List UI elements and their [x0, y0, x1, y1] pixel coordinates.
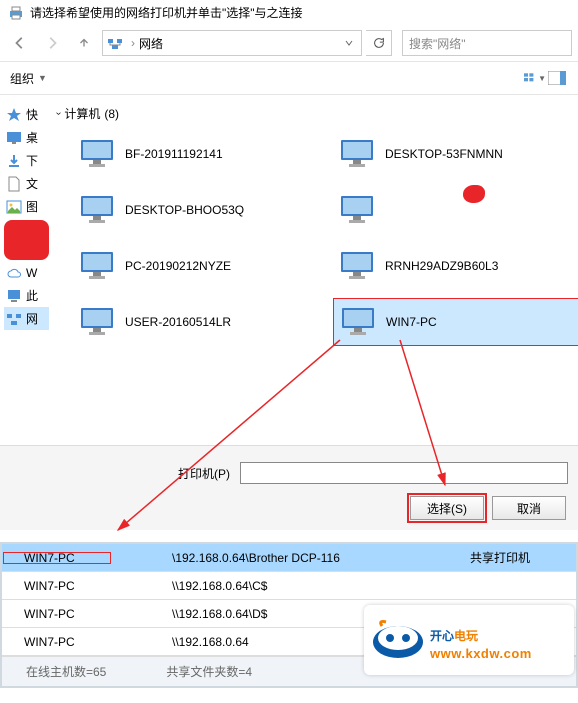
sidebar-item-network[interactable]: 网	[4, 307, 49, 330]
watermark-logo: 开心电玩 www.kxdw.com	[364, 605, 574, 675]
computer-name: RRNH29ADZ9B60L3	[385, 259, 498, 273]
watermark-url: www.kxdw.com	[430, 646, 532, 661]
computer-item[interactable]: WIN7-PC	[333, 298, 578, 346]
monitor-icon	[77, 250, 117, 282]
view-options-button[interactable]: ▼	[524, 68, 546, 88]
redaction-scribble	[4, 220, 49, 260]
computer-item[interactable]: BF-201911192141	[73, 130, 323, 178]
monitor-icon	[77, 194, 117, 226]
monitor-icon	[77, 138, 117, 170]
search-placeholder: 搜索"网络"	[409, 35, 466, 52]
computer-item[interactable]: DESKTOP-53FNMNN	[333, 130, 578, 178]
annotation-blob	[463, 185, 485, 203]
picture-icon	[6, 199, 22, 215]
cell-path: \192.168.0.64\Brother DCP-116	[112, 551, 466, 565]
window-title: 请选择希望使用的网络打印机并单击"选择"与之连接	[30, 4, 303, 21]
document-icon	[6, 176, 22, 192]
printer-icon	[8, 5, 24, 21]
shares-count: 共享文件夹数=4	[166, 663, 252, 680]
computer-item[interactable]	[333, 186, 578, 234]
location-text: 网络	[139, 35, 341, 52]
computer-item[interactable]: USER-20160514LR	[73, 298, 323, 346]
computer-name: DESKTOP-53FNMNN	[385, 147, 503, 161]
up-button[interactable]	[70, 29, 98, 57]
cell-host: WIN7-PC	[2, 551, 112, 565]
sidebar-item-desktop[interactable]: 桌	[4, 126, 49, 149]
computer-name: DESKTOP-BHOO53Q	[125, 203, 244, 217]
address-bar: › 网络 搜索"网络"	[0, 25, 578, 61]
sidebar-item-thispc[interactable]: 此	[4, 284, 49, 307]
group-count: (8)	[104, 107, 119, 121]
title-bar: 请选择希望使用的网络打印机并单击"选择"与之连接	[0, 0, 578, 25]
table-row[interactable]: WIN7-PC\\192.168.0.64\C$	[2, 572, 576, 600]
toolbar: 组织 ▼ ▼	[0, 61, 578, 95]
chevron-down-icon[interactable]: ▼	[38, 73, 47, 83]
hosts-count: 在线主机数=65	[26, 663, 106, 680]
cloud-icon	[6, 265, 22, 281]
computer-name: USER-20160514LR	[125, 315, 231, 329]
group-header[interactable]: › 计算机 (8)	[57, 103, 578, 124]
select-button[interactable]: 选择(S)	[410, 496, 484, 520]
breadcrumb-separator: ›	[131, 36, 135, 50]
computer-item[interactable]: PC-20190212NYZE	[73, 242, 323, 290]
gamepad-icon	[372, 618, 424, 662]
cell-path: \\192.168.0.64\C$	[112, 579, 466, 593]
refresh-button[interactable]	[366, 30, 392, 56]
table-row[interactable]: WIN7-PC\192.168.0.64\Brother DCP-116共享打印…	[2, 544, 576, 572]
computer-name: BF-201911192141	[125, 147, 223, 161]
star-icon	[6, 107, 22, 123]
printer-label: 打印机(P)	[150, 465, 230, 482]
pc-icon	[6, 288, 22, 304]
dialog-footer: 打印机(P) 选择(S) 取消	[0, 445, 578, 530]
chevron-down-icon[interactable]	[341, 38, 357, 48]
sidebar-item-pictures[interactable]: 图	[4, 195, 49, 218]
sidebar-item-cloud[interactable]: W	[4, 262, 49, 284]
computer-name: WIN7-PC	[386, 315, 437, 329]
content-area: › 计算机 (8) BF-201911192141 DESKTOP-53FNMNN…	[53, 95, 578, 445]
monitor-icon	[77, 306, 117, 338]
organize-button[interactable]: 组织	[10, 70, 34, 87]
sidebar: 快 桌 下 文 图 W 此 网	[0, 95, 53, 445]
download-icon	[6, 153, 22, 169]
back-button[interactable]	[6, 29, 34, 57]
network-icon	[6, 311, 22, 327]
cell-host: WIN7-PC	[2, 635, 112, 649]
computer-name: PC-20190212NYZE	[125, 259, 231, 273]
sidebar-item-downloads[interactable]: 下	[4, 149, 49, 172]
printer-input[interactable]	[240, 462, 568, 484]
monitor-icon	[337, 250, 377, 282]
monitor-icon	[337, 194, 377, 226]
cancel-button[interactable]: 取消	[492, 496, 566, 520]
computer-item[interactable]: DESKTOP-BHOO53Q	[73, 186, 323, 234]
cell-host: WIN7-PC	[2, 579, 112, 593]
preview-pane-button[interactable]	[546, 68, 568, 88]
desktop-icon	[6, 130, 22, 146]
search-input[interactable]: 搜索"网络"	[402, 30, 572, 56]
chevron-down-icon: ›	[53, 112, 64, 115]
address-input[interactable]: › 网络	[102, 30, 362, 56]
forward-button[interactable]	[38, 29, 66, 57]
cell-desc: 共享打印机	[466, 549, 576, 566]
computer-item[interactable]: RRNH29ADZ9B60L3	[333, 242, 578, 290]
monitor-icon	[338, 306, 378, 338]
cell-host: WIN7-PC	[2, 607, 112, 621]
sidebar-item-quick[interactable]: 快	[4, 103, 49, 126]
monitor-icon	[337, 138, 377, 170]
network-icon	[107, 35, 123, 51]
group-title: 计算机	[64, 105, 100, 122]
sidebar-item-documents[interactable]: 文	[4, 172, 49, 195]
